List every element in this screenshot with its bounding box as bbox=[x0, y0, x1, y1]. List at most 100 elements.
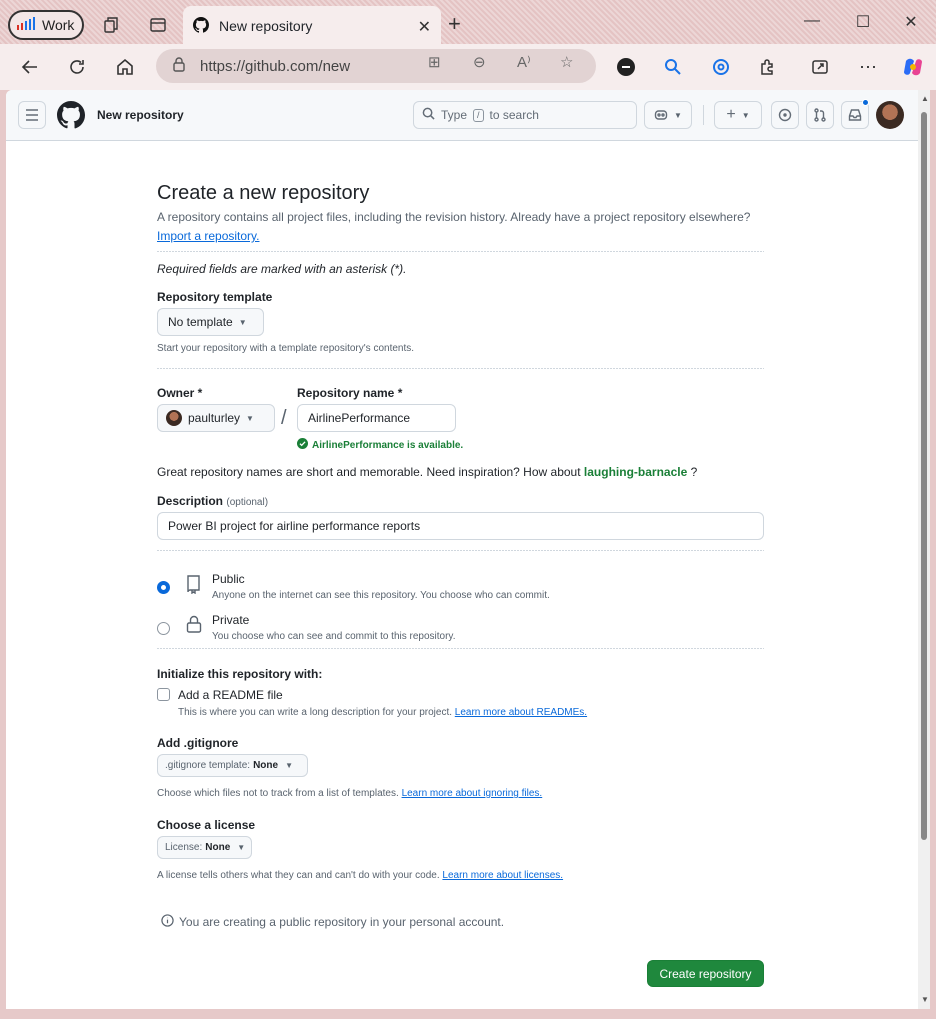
suggested-name-link[interactable]: laughing-barnacle bbox=[584, 465, 687, 479]
info-note: You are creating a public repository in … bbox=[161, 914, 504, 930]
github-logo-icon[interactable] bbox=[57, 101, 86, 132]
minimize-icon[interactable]: — bbox=[800, 12, 824, 30]
gitignore-prefix: .gitignore template: bbox=[165, 760, 251, 771]
new-tab-icon[interactable]: + bbox=[448, 12, 461, 36]
user-avatar[interactable] bbox=[876, 101, 904, 129]
profile-label: Work bbox=[42, 17, 75, 33]
copilot-icon[interactable] bbox=[900, 54, 926, 80]
browser-tab-bar: Work New repository ✕ + — ☐ ✕ bbox=[0, 0, 936, 50]
owner-label: Owner * bbox=[157, 386, 203, 400]
home-icon[interactable] bbox=[112, 54, 138, 80]
read-aloud-icon[interactable]: A⁾ bbox=[517, 53, 531, 71]
scroll-up-icon[interactable]: ▲ bbox=[921, 94, 929, 103]
global-search-input[interactable]: Type / to search bbox=[413, 101, 637, 129]
public-label[interactable]: Public bbox=[212, 572, 245, 586]
notification-dot bbox=[862, 99, 869, 106]
suggestion-end: ? bbox=[690, 465, 698, 479]
lock-icon bbox=[172, 56, 186, 76]
profile-chart-icon bbox=[16, 16, 36, 34]
plus-icon: + bbox=[726, 106, 736, 123]
browser-toolbar: https://github.com/new ⊞ ⊖ A⁾ ☆ ⋯ bbox=[0, 44, 936, 90]
search-shortcut-key: / bbox=[473, 108, 484, 122]
gitignore-select[interactable]: .gitignore template: None ▼ bbox=[157, 754, 308, 777]
description-optional: (optional) bbox=[226, 497, 269, 508]
availability-message: AirlinePerformance is available. bbox=[297, 438, 463, 452]
github-page: New repository Type / to search ▼ + ▼ Cr… bbox=[6, 90, 918, 1009]
public-radio[interactable] bbox=[157, 581, 170, 594]
back-icon[interactable] bbox=[17, 54, 43, 80]
readme-label[interactable]: Add a README file bbox=[178, 688, 283, 702]
template-select[interactable]: No template ▼ bbox=[157, 308, 264, 336]
readme-help: This is where you can write a long descr… bbox=[178, 707, 587, 718]
maximize-icon[interactable]: ☐ bbox=[851, 12, 875, 32]
license-help-text: A license tells others what they can and… bbox=[157, 870, 440, 881]
copilot-face-icon bbox=[654, 107, 668, 124]
url-text: https://github.com/new bbox=[200, 57, 351, 75]
intro-text: A repository contains all project files,… bbox=[157, 210, 751, 224]
workspaces-icon[interactable] bbox=[100, 13, 124, 37]
header-page-title: New repository bbox=[97, 108, 184, 122]
search-suffix: to search bbox=[489, 108, 539, 122]
readme-learn-more-link[interactable]: Learn more about READMEs. bbox=[455, 707, 587, 718]
profile-button[interactable]: Work bbox=[8, 10, 84, 40]
private-description: You choose who can see and commit to thi… bbox=[212, 631, 456, 642]
import-repository-link[interactable]: Import a repository. bbox=[157, 229, 259, 243]
refresh-icon[interactable] bbox=[64, 54, 90, 80]
availability-text: AirlinePerformance is available. bbox=[312, 439, 464, 451]
repo-name-label: Repository name * bbox=[297, 386, 403, 400]
license-value: None bbox=[205, 842, 231, 853]
required-note: Required fields are marked with an aster… bbox=[157, 262, 407, 276]
chevron-down-icon: ▼ bbox=[237, 843, 246, 852]
chevron-down-icon: ▼ bbox=[246, 413, 254, 423]
create-repository-button[interactable]: Create repository bbox=[647, 960, 764, 987]
app-available-icon[interactable]: ⊞ bbox=[428, 53, 441, 71]
scroll-down-icon[interactable]: ▼ bbox=[921, 995, 929, 1004]
name-suggestion: Great repository names are short and mem… bbox=[157, 465, 697, 479]
owner-avatar bbox=[166, 410, 182, 426]
window-close-icon[interactable]: ✕ bbox=[899, 12, 923, 32]
license-learn-more-link[interactable]: Learn more about licenses. bbox=[442, 870, 563, 881]
description-label: Description bbox=[157, 494, 224, 508]
zoom-icon[interactable]: ⊖ bbox=[473, 53, 486, 71]
extension-search-icon[interactable] bbox=[660, 54, 686, 80]
hamburger-menu-icon[interactable] bbox=[18, 101, 46, 129]
extension-dark-icon[interactable] bbox=[613, 54, 639, 80]
gitignore-learn-more-link[interactable]: Learn more about ignoring files. bbox=[402, 788, 543, 799]
tab-close-icon[interactable]: ✕ bbox=[418, 17, 431, 37]
share-icon[interactable] bbox=[807, 54, 833, 80]
private-label[interactable]: Private bbox=[212, 613, 249, 627]
create-new-button[interactable]: + ▼ bbox=[714, 101, 762, 129]
header-divider bbox=[703, 105, 704, 125]
initialize-heading: Initialize this repository with: bbox=[157, 667, 323, 681]
scrollbar-thumb[interactable] bbox=[921, 112, 927, 840]
extensions-puzzle-icon[interactable] bbox=[755, 54, 781, 80]
chevron-down-icon: ▼ bbox=[238, 317, 247, 327]
pull-requests-icon[interactable] bbox=[806, 101, 834, 129]
more-menu-icon[interactable]: ⋯ bbox=[855, 54, 881, 80]
template-value: No template bbox=[168, 315, 233, 329]
owner-select[interactable]: paulturley ▼ bbox=[157, 404, 275, 432]
owner-repo-separator: / bbox=[281, 407, 287, 429]
suggestion-text: Great repository names are short and mem… bbox=[157, 465, 581, 479]
info-icon bbox=[161, 914, 174, 930]
tab-new-repository[interactable]: New repository ✕ bbox=[183, 6, 441, 46]
copilot-menu-button[interactable]: ▼ bbox=[644, 101, 692, 129]
license-select[interactable]: License: None ▼ bbox=[157, 836, 252, 859]
github-header: New repository Type / to search ▼ + ▼ bbox=[6, 90, 918, 141]
readme-description: This is where you can write a long descr… bbox=[178, 707, 453, 718]
issues-icon[interactable] bbox=[771, 101, 799, 129]
template-label: Repository template bbox=[157, 290, 273, 304]
check-circle-icon bbox=[297, 438, 308, 452]
divider bbox=[157, 251, 764, 252]
private-radio[interactable] bbox=[157, 622, 170, 635]
readme-checkbox[interactable] bbox=[157, 688, 170, 701]
description-input[interactable]: Power BI project for airline performance… bbox=[157, 512, 764, 540]
vertical-tabs-icon[interactable] bbox=[146, 13, 170, 37]
repo-book-icon bbox=[185, 574, 203, 597]
description-label-group: Description (optional) bbox=[157, 494, 268, 508]
repo-name-input[interactable]: AirlinePerformance bbox=[297, 404, 456, 432]
extension-at-icon[interactable] bbox=[708, 54, 734, 80]
divider bbox=[157, 368, 764, 369]
gitignore-value: None bbox=[253, 760, 279, 771]
favorite-star-icon[interactable]: ☆ bbox=[560, 53, 573, 71]
